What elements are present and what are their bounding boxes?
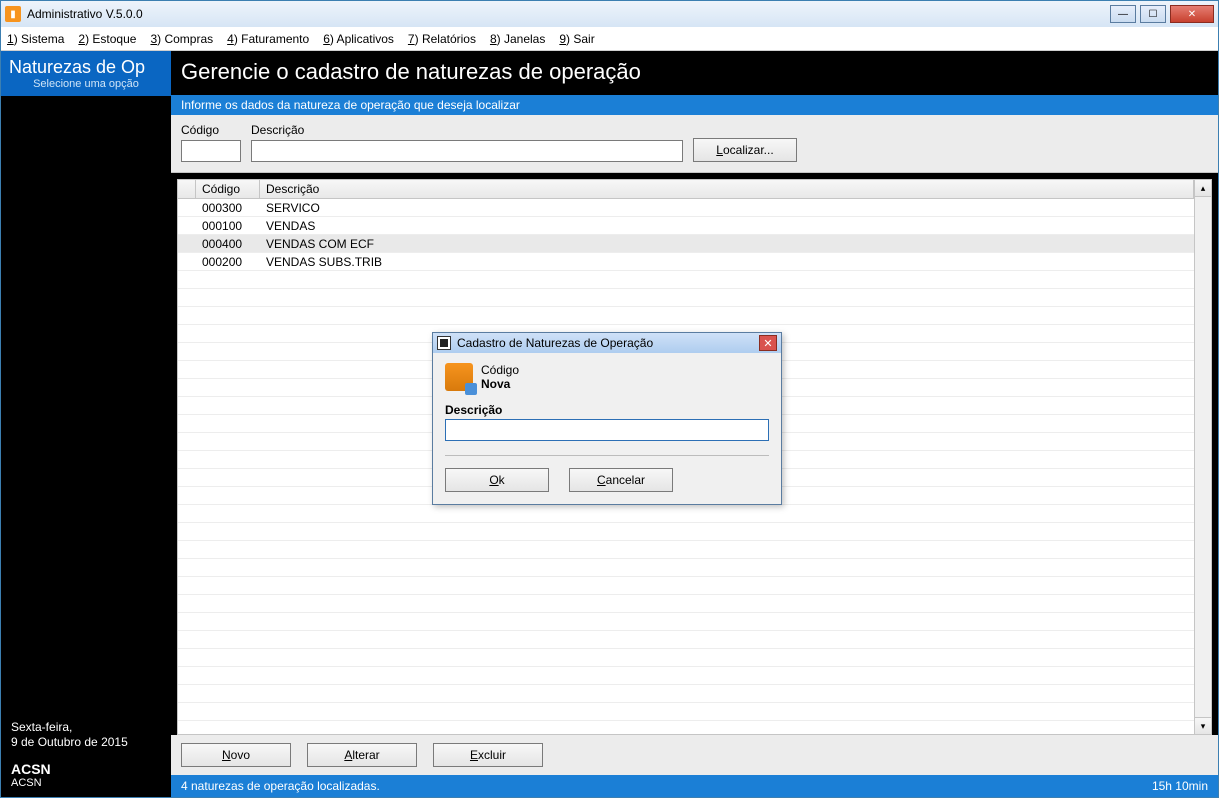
dialog-codigo-row: Código Nova — [445, 363, 769, 391]
window-title: Administrativo V.5.0.0 — [27, 7, 1104, 21]
menubar: 1) Sistema 2) Estoque 3) Compras 4) Fatu… — [1, 27, 1218, 51]
status-message: 4 naturezas de operação localizadas. — [181, 779, 1152, 793]
dialog-separator — [445, 455, 769, 456]
table-row[interactable] — [178, 613, 1194, 631]
col-codigo[interactable]: Código — [196, 180, 260, 198]
novo-button[interactable]: Novo — [181, 743, 291, 767]
sidebar-company-2: ACSN — [11, 777, 161, 789]
dialog-icon — [437, 336, 451, 350]
input-codigo[interactable] — [181, 140, 241, 162]
minimize-button[interactable]: — — [1110, 5, 1136, 23]
table-row[interactable] — [178, 541, 1194, 559]
table-row[interactable]: 000400VENDAS COM ECF — [178, 235, 1194, 253]
table-row[interactable]: 000100VENDAS — [178, 217, 1194, 235]
dialog-cancel-button[interactable]: Cancelar — [569, 468, 673, 492]
table-row[interactable]: 000300SERVICO — [178, 199, 1194, 217]
grid-header: Código Descrição — [178, 180, 1194, 199]
cell-codigo: 000400 — [196, 237, 260, 251]
scroll-down-icon[interactable]: ▾ — [1195, 717, 1211, 734]
grid-scrollbar[interactable]: ▴ ▾ — [1194, 180, 1211, 734]
label-descricao: Descrição — [251, 123, 683, 137]
search-pane: Código Descrição Localizar... — [171, 115, 1218, 173]
table-row[interactable] — [178, 577, 1194, 595]
status-bar: 4 naturezas de operação localizadas. 15h… — [171, 775, 1218, 797]
dialog-ok-button[interactable]: Ok — [445, 468, 549, 492]
close-button[interactable]: ✕ — [1170, 5, 1214, 23]
dialog-buttons: Ok Cancelar — [445, 468, 769, 492]
excluir-button[interactable]: Excluir — [433, 743, 543, 767]
dialog-titlebar[interactable]: Cadastro de Naturezas de Operação ✕ — [433, 333, 781, 353]
scroll-up-icon[interactable]: ▴ — [1195, 180, 1211, 197]
table-row[interactable] — [178, 523, 1194, 541]
sidebar-date-line1: Sexta-feira, — [11, 720, 161, 736]
dialog-body: Código Nova Descrição Ok Cancelar — [433, 353, 781, 504]
dialog-cadastro: Cadastro de Naturezas de Operação ✕ Códi… — [432, 332, 782, 505]
table-row[interactable] — [178, 685, 1194, 703]
field-descricao: Descrição — [251, 123, 683, 162]
cell-codigo: 000300 — [196, 201, 260, 215]
table-row[interactable] — [178, 289, 1194, 307]
table-row[interactable] — [178, 505, 1194, 523]
page-title: Gerencie o cadastro de naturezas de oper… — [171, 51, 1218, 95]
menu-estoque[interactable]: 2) Estoque — [78, 32, 136, 46]
input-descricao[interactable] — [251, 140, 683, 162]
maximize-button[interactable]: ☐ — [1140, 5, 1166, 23]
sidebar-subtitle: Selecione uma opção — [9, 78, 163, 90]
menu-compras[interactable]: 3) Compras — [150, 32, 213, 46]
sidebar-company: ACSN ACSN — [1, 757, 171, 797]
sidebar-title: Naturezas de Op — [9, 57, 163, 78]
app-icon: ▮ — [5, 6, 21, 22]
label-codigo: Código — [181, 123, 241, 137]
cell-descricao: VENDAS — [260, 219, 1194, 233]
menu-sair[interactable]: 9) Sair — [559, 32, 594, 46]
table-row[interactable] — [178, 307, 1194, 325]
menu-janelas[interactable]: 8) Janelas — [490, 32, 545, 46]
action-bar: Novo Alterar Excluir — [171, 735, 1218, 775]
menu-relatorios[interactable]: 7) Relatórios — [408, 32, 476, 46]
table-row[interactable] — [178, 271, 1194, 289]
cell-descricao: VENDAS COM ECF — [260, 237, 1194, 251]
table-row[interactable] — [178, 649, 1194, 667]
cell-descricao: VENDAS SUBS.TRIB — [260, 255, 1194, 269]
dialog-codigo-value: Nova — [481, 377, 519, 391]
menu-aplicativos[interactable]: 6) Aplicativos — [323, 32, 394, 46]
cell-descricao: SERVICO — [260, 201, 1194, 215]
alterar-button[interactable]: Alterar — [307, 743, 417, 767]
menu-sistema[interactable]: 1) Sistema — [7, 32, 64, 46]
col-selector[interactable] — [178, 180, 196, 198]
window-buttons: — ☐ ✕ — [1110, 5, 1214, 23]
sidebar-date: Sexta-feira, 9 de Outubro de 2015 — [1, 714, 171, 757]
table-row[interactable]: 000200VENDAS SUBS.TRIB — [178, 253, 1194, 271]
sidebar: Naturezas de Op Selecione uma opção Sext… — [1, 51, 171, 797]
menu-faturamento[interactable]: 4) Faturamento — [227, 32, 309, 46]
hint-bar: Informe os dados da natureza de operação… — [171, 95, 1218, 115]
cell-codigo: 000100 — [196, 219, 260, 233]
col-descricao[interactable]: Descrição — [260, 180, 1194, 198]
sidebar-spacer — [1, 96, 171, 714]
table-row[interactable] — [178, 631, 1194, 649]
sidebar-header: Naturezas de Op Selecione uma opção — [1, 51, 171, 96]
dialog-descricao-input[interactable] — [445, 419, 769, 441]
table-row[interactable] — [178, 667, 1194, 685]
titlebar: ▮ Administrativo V.5.0.0 — ☐ ✕ — [1, 1, 1218, 27]
box-icon — [445, 363, 473, 391]
sidebar-company-1: ACSN — [11, 761, 161, 777]
sidebar-date-line2: 9 de Outubro de 2015 — [11, 735, 161, 751]
dialog-descricao-label: Descrição — [445, 403, 769, 417]
localizar-button[interactable]: Localizar... — [693, 138, 797, 162]
dialog-title: Cadastro de Naturezas de Operação — [457, 336, 759, 350]
cell-codigo: 000200 — [196, 255, 260, 269]
table-row[interactable] — [178, 559, 1194, 577]
field-codigo: Código — [181, 123, 241, 162]
table-row[interactable] — [178, 703, 1194, 721]
dialog-codigo-label: Código — [481, 363, 519, 377]
table-row[interactable] — [178, 595, 1194, 613]
status-time: 15h 10min — [1152, 779, 1208, 793]
dialog-close-button[interactable]: ✕ — [759, 335, 777, 351]
